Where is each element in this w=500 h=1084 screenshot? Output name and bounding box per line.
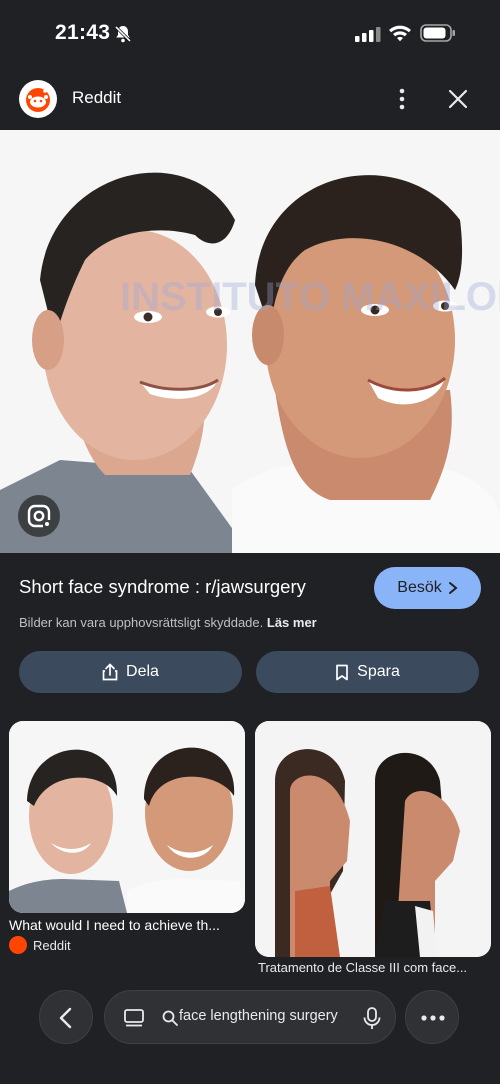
related-image-1[interactable] [9, 721, 245, 913]
back-button[interactable] [39, 990, 93, 1044]
related-source-name: Reddit [33, 937, 71, 953]
related-image-2[interactable] [255, 721, 491, 957]
search-bar[interactable]: face lengthening surgery [104, 990, 396, 1044]
reddit-icon [9, 936, 27, 954]
wifi-icon [389, 25, 411, 42]
save-label: Spara [357, 663, 400, 680]
cellular-signal-icon [355, 27, 381, 42]
watermark-text: INSTITUTO MAXILOFACIAL [120, 275, 500, 319]
result-title[interactable]: Short face syndrome : r/jawsurgery [19, 576, 306, 598]
lens-icon [27, 504, 52, 529]
visit-label: Besök [397, 579, 442, 596]
save-button[interactable]: Spara [256, 651, 479, 693]
site-name: Reddit [72, 88, 122, 107]
status-bar: 21:43 [0, 0, 500, 68]
status-time: 21:43 [55, 21, 111, 44]
search-query[interactable]: face lengthening surgery [179, 1008, 347, 1024]
copyright-text: Bilder kan vara upphovsrättsligt skyddad… [19, 615, 264, 630]
more-horiz-icon [421, 1015, 445, 1021]
reddit-logo-icon [19, 80, 57, 118]
bell-muted-icon [114, 25, 132, 43]
visit-button[interactable]: Besök [374, 567, 481, 609]
battery-icon [420, 24, 455, 42]
more-options-button[interactable] [405, 990, 459, 1044]
google-lens-button[interactable] [18, 495, 60, 537]
close-icon[interactable] [446, 87, 470, 111]
more-vert-icon[interactable] [390, 86, 414, 112]
chevron-right-icon [448, 582, 458, 594]
share-label: Dela [126, 663, 159, 680]
share-button[interactable]: Dela [19, 651, 242, 693]
chevron-left-icon [59, 1007, 72, 1029]
related-caption-1[interactable]: What would I need to achieve th... [9, 917, 245, 933]
tabs-icon[interactable] [123, 1007, 145, 1029]
microphone-icon[interactable] [361, 1006, 383, 1030]
source-header: Reddit [0, 68, 500, 130]
bookmark-icon [336, 664, 348, 680]
search-icon [162, 1010, 178, 1026]
result-image[interactable]: INSTITUTO MAXILOFACIAL [0, 130, 500, 553]
learn-more-link[interactable]: Läs mer [267, 615, 317, 630]
share-icon [102, 663, 118, 681]
related-source-1[interactable]: Reddit [9, 936, 71, 954]
copyright-notice: Bilder kan vara upphovsrättsligt skyddad… [19, 615, 317, 630]
